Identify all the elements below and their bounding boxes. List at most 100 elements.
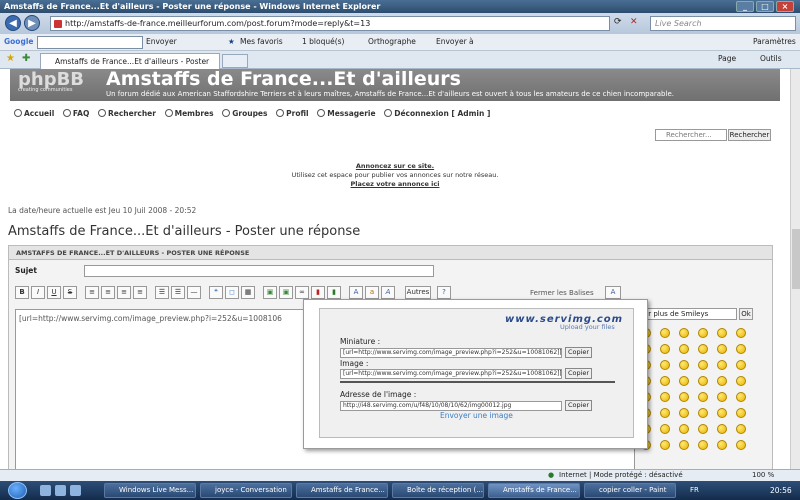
back-button[interactable]: ◀ [5, 15, 21, 31]
others-button[interactable]: Autres [405, 286, 431, 299]
forward-button[interactable]: ▶ [24, 15, 40, 31]
nav-members[interactable]: Membres [164, 109, 214, 118]
italic-button[interactable]: I [31, 286, 45, 299]
smiley-icon[interactable] [660, 344, 670, 354]
code-icon[interactable]: ◻ [225, 286, 239, 299]
taskbar-item[interactable]: Amstaffs de France... [488, 483, 580, 498]
smiley-icon[interactable] [698, 392, 708, 402]
page-title[interactable]: Amstaffs de France...Et d'ailleurs - Pos… [8, 224, 360, 239]
start-button[interactable] [8, 482, 27, 499]
new-tab-button[interactable] [222, 54, 248, 68]
hr-icon[interactable]: — [187, 286, 201, 299]
clock[interactable]: 20:56 [770, 483, 792, 498]
google-send-button[interactable]: Envoyer [146, 34, 177, 50]
smiley-icon[interactable] [736, 360, 746, 370]
smiley-icon[interactable] [698, 408, 708, 418]
favorites-star-icon[interactable]: ★ [6, 53, 15, 64]
ad-place-link[interactable]: Placez votre annonce ici [0, 180, 790, 189]
smiley-icon[interactable] [736, 328, 746, 338]
forum-search-button[interactable]: Rechercher [728, 129, 771, 141]
smiley-icon[interactable] [660, 360, 670, 370]
nav-search[interactable]: Rechercher [97, 109, 156, 118]
ad-link[interactable]: Annoncez sur ce site. [0, 162, 790, 171]
smiley-ok-button[interactable]: Ok [739, 308, 753, 320]
align-right-icon[interactable]: ≡ [117, 286, 131, 299]
live-search-input[interactable]: Live Search [650, 16, 796, 31]
smiley-select[interactable]: oir plus de Smileys [639, 308, 737, 320]
align-justify-icon[interactable]: ≡ [133, 286, 147, 299]
smiley-icon[interactable] [679, 376, 689, 386]
nav-faq[interactable]: FAQ [62, 109, 89, 118]
tab-active[interactable]: Amstaffs de France...Et d'ailleurs - Pos… [40, 53, 220, 81]
smiley-icon[interactable] [717, 344, 727, 354]
taskbar-item[interactable]: Windows Live Mess... [104, 483, 196, 498]
stop-icon[interactable]: ✕ [630, 17, 638, 27]
toggle-wysiwyg-icon[interactable]: A [605, 286, 621, 299]
list-icon[interactable]: ☰ [155, 286, 169, 299]
scrollbar-thumb[interactable] [792, 229, 800, 289]
smiley-icon[interactable] [717, 392, 727, 402]
taskbar-item[interactable]: Boîte de réception (... [392, 483, 484, 498]
popup-blocked-button[interactable]: 1 bloqué(s) [302, 34, 344, 50]
language-indicator[interactable]: FR [690, 483, 699, 498]
smiley-icon[interactable] [698, 360, 708, 370]
size-icon[interactable]: a [365, 286, 379, 299]
image-icon[interactable]: ▣ [263, 286, 277, 299]
nav-logout[interactable]: Déconnexion [ Admin ] [384, 109, 490, 118]
underline-button[interactable]: U [47, 286, 61, 299]
spellcheck-button[interactable]: Orthographe [368, 34, 416, 50]
nav-home[interactable]: Accueil [14, 109, 54, 118]
smiley-icon[interactable] [717, 440, 727, 450]
smiley-icon[interactable] [679, 392, 689, 402]
smiley-icon[interactable] [736, 440, 746, 450]
zoom-level[interactable]: 100 % [752, 470, 774, 481]
page-scrollbar[interactable] [790, 69, 800, 469]
tools-menu[interactable]: Outils [760, 54, 782, 63]
send-to-button[interactable]: Envoyer à [436, 34, 474, 50]
add-favorites-icon[interactable]: ✚ [22, 53, 30, 64]
nav-groups[interactable]: Groupes [222, 109, 268, 118]
smiley-icon[interactable] [736, 392, 746, 402]
smiley-icon[interactable] [717, 408, 727, 418]
thumbnail-code-field[interactable]: [url=http://www.servimg.com/image_previe… [340, 348, 562, 358]
taskbar-item[interactable]: joyce - Conversation [200, 483, 292, 498]
smiley-icon[interactable] [679, 440, 689, 450]
close-tags-link[interactable]: Fermer les Balises [530, 289, 594, 297]
smiley-icon[interactable] [717, 328, 727, 338]
smiley-icon[interactable] [660, 408, 670, 418]
smiley-icon[interactable] [660, 376, 670, 386]
subject-input[interactable] [84, 265, 434, 277]
google-search-input[interactable] [37, 36, 143, 49]
smiley-icon[interactable] [736, 344, 746, 354]
quote-icon[interactable]: ❝ [209, 286, 223, 299]
flash-icon[interactable]: ▮ [311, 286, 325, 299]
smiley-icon[interactable] [679, 424, 689, 434]
image-code-field[interactable]: [url=http://www.servimg.com/image_previe… [340, 369, 562, 379]
smiley-icon[interactable] [660, 424, 670, 434]
refresh-icon[interactable]: ⟳ [614, 17, 622, 27]
smiley-icon[interactable] [717, 360, 727, 370]
taskbar-item[interactable]: Amstaffs de France... [296, 483, 388, 498]
settings-button[interactable]: Paramètres [753, 34, 796, 50]
smiley-icon[interactable] [736, 424, 746, 434]
page-menu[interactable]: Page [718, 54, 736, 63]
link-icon[interactable]: ∞ [295, 286, 309, 299]
youtube-icon[interactable]: ▮ [327, 286, 341, 299]
smiley-icon[interactable] [698, 328, 708, 338]
help-icon[interactable]: ? [437, 286, 451, 299]
quick-launch-icon[interactable] [70, 485, 81, 496]
align-center-icon[interactable]: ≡ [101, 286, 115, 299]
taskbar-item[interactable]: copier coller - Paint [584, 483, 676, 498]
smiley-icon[interactable] [698, 424, 708, 434]
nav-messages[interactable]: Messagerie [317, 109, 376, 118]
smiley-icon[interactable] [736, 408, 746, 418]
smiley-icon[interactable] [660, 328, 670, 338]
quick-launch-icon[interactable] [55, 485, 66, 496]
smiley-icon[interactable] [736, 376, 746, 386]
copy-thumbnail-button[interactable]: Copier [565, 347, 592, 358]
nav-profile[interactable]: Profil [276, 109, 309, 118]
address-code-field[interactable]: http://i48.servimg.com/u/f48/10/08/10/62… [340, 401, 562, 411]
maximize-button[interactable]: □ [756, 1, 774, 12]
smiley-icon[interactable] [660, 392, 670, 402]
smiley-icon[interactable] [717, 376, 727, 386]
